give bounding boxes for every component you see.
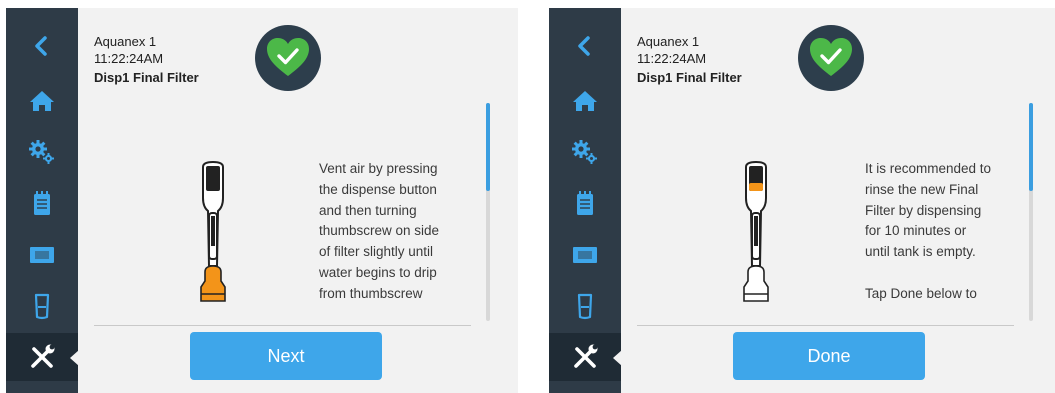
display-icon <box>573 247 597 263</box>
dispenser-filter-illustration <box>743 161 769 302</box>
instruction-line: rinse the new Final <box>865 181 979 197</box>
back-button[interactable] <box>6 22 78 70</box>
instruction-line: until tank is empty. <box>865 244 976 260</box>
scrollbar[interactable] <box>1029 103 1033 321</box>
instruction-line <box>865 263 1015 284</box>
nav-settings[interactable] <box>549 128 621 176</box>
instruction-text: It is recommended to rinse the new Final… <box>865 159 1015 305</box>
instruction-line: Filter by dispensing <box>865 202 982 218</box>
nav-consumables[interactable] <box>549 282 621 330</box>
back-button[interactable] <box>549 22 621 70</box>
instruction-line: It is recommended to <box>865 161 992 176</box>
divider <box>637 325 1014 326</box>
divider <box>94 325 471 326</box>
instruction-line: and then turning <box>319 202 417 218</box>
page-title: Disp1 Final Filter <box>94 70 199 85</box>
scrollbar-thumb[interactable] <box>1029 103 1033 191</box>
nav-log[interactable] <box>6 180 78 228</box>
device-time: 11:22:24AM <box>637 51 707 66</box>
instruction-line: Tap Done below to <box>865 285 977 301</box>
nav-home[interactable] <box>6 77 78 125</box>
sidebar <box>6 8 79 393</box>
nav-log[interactable] <box>549 180 621 228</box>
nav-settings[interactable] <box>6 128 78 176</box>
screen-final-filter-vent: Aquanex 1 11:22:24AM Disp1 Final Filter … <box>6 8 518 393</box>
nav-tools[interactable] <box>549 333 622 381</box>
dispenser-filter-illustration <box>200 161 226 302</box>
device-time: 11:22:24AM <box>94 51 164 66</box>
tools-icon <box>574 344 598 368</box>
settings-icon <box>29 140 54 164</box>
display-icon <box>30 247 54 263</box>
cylinder-icon <box>34 293 50 320</box>
instruction-line: from thumbscrew <box>319 285 423 301</box>
done-button[interactable]: Done <box>733 332 925 380</box>
scrollbar[interactable] <box>486 103 490 321</box>
instruction-line: thumbscrew on side <box>319 223 440 239</box>
screen-final-filter-rinse: Aquanex 1 11:22:24AM Disp1 Final Filter … <box>549 8 1055 393</box>
nav-home[interactable] <box>549 77 621 125</box>
cylinder-icon <box>577 293 593 320</box>
instruction-line: Vent air by pressing <box>319 161 438 176</box>
status-badge <box>255 25 321 91</box>
instruction-line: of filter slightly until <box>319 244 434 260</box>
nav-tools[interactable] <box>6 333 79 381</box>
device-name: Aquanex 1 <box>94 34 157 49</box>
heart-check-icon <box>810 38 852 76</box>
page-title: Disp1 Final Filter <box>637 70 742 85</box>
instruction-line: the dispense button <box>319 181 437 197</box>
settings-icon <box>572 140 597 164</box>
nav-consumables[interactable] <box>6 282 78 330</box>
next-button[interactable]: Next <box>190 332 382 380</box>
nav-display[interactable] <box>549 231 621 279</box>
instruction-line: for 10 minutes or <box>865 223 967 239</box>
instruction-line: water begins to drip <box>319 264 437 280</box>
back-icon <box>35 36 47 56</box>
tools-icon <box>31 344 55 368</box>
clipboard-icon <box>577 191 593 215</box>
sidebar <box>549 8 622 393</box>
home-icon <box>30 91 54 111</box>
heart-check-icon <box>267 38 309 76</box>
back-icon <box>578 36 590 56</box>
device-name: Aquanex 1 <box>637 34 700 49</box>
clipboard-icon <box>34 191 50 215</box>
nav-display[interactable] <box>6 231 78 279</box>
home-icon <box>573 91 597 111</box>
status-badge <box>798 25 864 91</box>
instruction-text: Vent air by pressing the dispense button… <box>319 159 469 305</box>
scrollbar-thumb[interactable] <box>486 103 490 191</box>
